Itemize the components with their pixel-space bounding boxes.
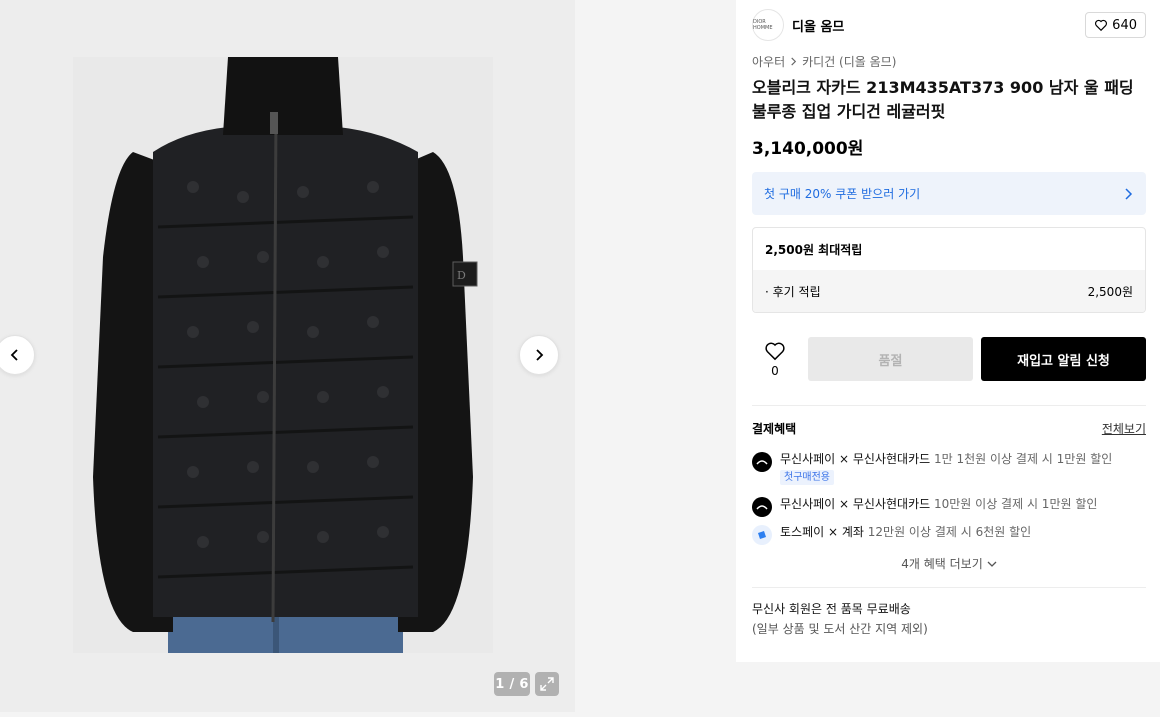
next-image-button[interactable]	[519, 335, 559, 375]
breadcrumb-item-cardigan[interactable]: 카디건 (디올 옴므)	[802, 53, 896, 70]
brand-logo[interactable]: DIOR HOMME	[752, 9, 784, 41]
benefit-partner: 무신사페이 × 무신사현대카드	[780, 452, 931, 466]
max-points: 2,500원 최대적립	[765, 242, 863, 257]
free-shipping-text: 무신사 회원은 전 품목 무료배송	[752, 602, 911, 616]
musinsa-card-icon	[752, 452, 772, 472]
view-all-link[interactable]: 전체보기	[1102, 420, 1146, 437]
heart-icon	[765, 342, 785, 360]
svg-text:D: D	[457, 269, 466, 282]
more-benefits-button[interactable]: 4개 혜택 더보기	[752, 555, 1146, 572]
chevron-right-icon	[791, 57, 797, 66]
prev-image-button[interactable]	[0, 335, 35, 375]
chevron-right-icon	[1125, 187, 1133, 200]
benefit-desc: 12만원 이상 결제 시 6천원 할인	[867, 525, 1032, 539]
review-points-row: · 후기 적립 2,500원	[753, 270, 1145, 312]
points-box: 2,500원 최대적립 · 후기 적립 2,500원	[752, 227, 1146, 313]
brand-like-button[interactable]: 640	[1085, 12, 1146, 38]
benefit-partner: 토스페이 × 계좌	[780, 525, 864, 539]
product-price: 3,140,000원	[752, 139, 864, 159]
toss-pay-icon	[752, 525, 772, 545]
product-info-panel: DIOR HOMME 디올 옴므 640 아우터 카디건 (디올 옴므) 오블리…	[736, 0, 1160, 662]
benefit-desc: 1만 1천원 이상 결제 시 1만원 할인	[934, 452, 1113, 466]
benefit-partner: 무신사페이 × 무신사현대카드	[780, 497, 931, 511]
purchase-actions: 0 품절 재입고 알림 신청	[752, 337, 1146, 381]
chevron-left-icon	[10, 349, 18, 361]
wish-button[interactable]: 0	[752, 337, 798, 381]
wish-count: 0	[771, 363, 779, 378]
musinsa-card-icon	[752, 497, 772, 517]
first-purchase-tag: 첫구매전용	[780, 470, 834, 485]
review-points-value: 2,500원	[1087, 284, 1133, 299]
coupon-text: 첫 구매 20% 쿠폰 받으러 가기	[764, 187, 921, 201]
product-page: D 1 / 6 DIOR HOMME 디올 옴므 640 아우터 카디건 (디올…	[0, 0, 1160, 717]
breadcrumb: 아우터 카디건 (디올 옴므)	[752, 53, 896, 70]
product-gallery: D 1 / 6	[0, 0, 575, 712]
expand-image-button[interactable]	[535, 672, 559, 696]
image-counter: 1 / 6	[494, 672, 530, 696]
chevron-down-icon	[987, 561, 997, 567]
heart-icon	[1095, 19, 1108, 32]
divider	[752, 587, 1146, 588]
benefit-desc: 10만원 이상 결제 시 1만원 할인	[934, 497, 1098, 511]
brand-like-count: 640	[1112, 17, 1137, 33]
review-points-label: · 후기 적립	[765, 284, 821, 299]
first-purchase-coupon-banner[interactable]: 첫 구매 20% 쿠폰 받으러 가기	[752, 172, 1146, 215]
benefit-item: 토스페이 × 계좌 12만원 이상 결제 시 6천원 할인	[752, 524, 1146, 545]
more-benefits-label: 4개 혜택 더보기	[901, 557, 983, 571]
soldout-button[interactable]: 품절	[808, 337, 973, 381]
divider	[752, 405, 1146, 406]
restock-alert-button[interactable]: 재입고 알림 신청	[981, 337, 1146, 381]
brand-name[interactable]: 디올 옴므	[792, 16, 844, 35]
payment-benefits-header: 결제혜택 전체보기	[752, 420, 1146, 437]
benefit-item: 무신사페이 × 무신사현대카드 10만원 이상 결제 시 1만원 할인	[752, 496, 1146, 517]
benefit-item: 무신사페이 × 무신사현대카드 1만 1천원 이상 결제 시 1만원 할인 첫구…	[752, 451, 1146, 485]
brand-row: DIOR HOMME 디올 옴므 640	[752, 9, 1146, 41]
free-shipping-note: (일부 상품 및 도서 산간 지역 제외)	[752, 622, 928, 636]
product-image: D	[73, 57, 493, 653]
expand-icon	[540, 677, 554, 691]
breadcrumb-item-outer[interactable]: 아우터	[752, 53, 785, 70]
product-title: 오블리크 자카드 213M435AT373 900 남자 울 패딩 불루종 집업…	[752, 78, 1134, 121]
payment-benefits-heading: 결제혜택	[752, 422, 797, 436]
chevron-right-icon	[536, 349, 544, 361]
